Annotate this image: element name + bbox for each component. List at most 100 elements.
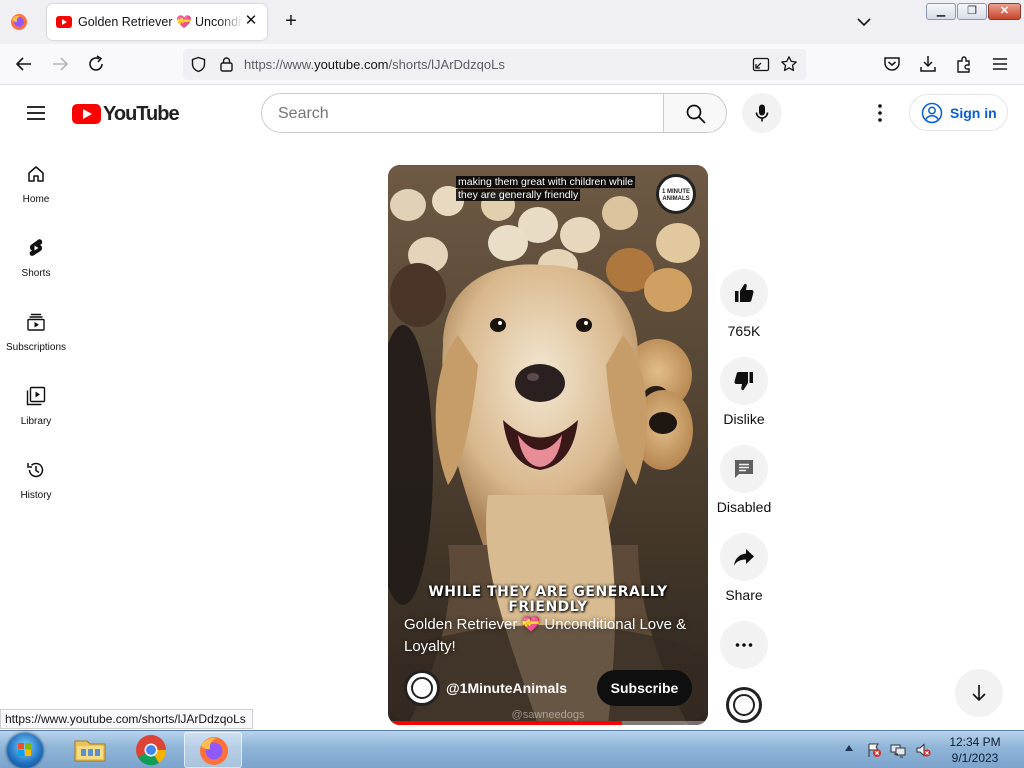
account-icon: [921, 102, 943, 124]
guide-item-label: Subscriptions: [5, 342, 67, 353]
clock-time: 12:34 PM: [949, 735, 1001, 749]
voice-search-button[interactable]: [742, 93, 782, 133]
windows-logo-icon: [18, 743, 32, 757]
guide-item-subscriptions[interactable]: Subscriptions: [0, 312, 72, 372]
new-tab-icon[interactable]: +: [281, 11, 301, 31]
guide-item-label: Home: [22, 194, 50, 205]
active-tab[interactable]: Golden Retriever 💝 Unconditional Love & …: [47, 4, 267, 40]
subscribe-button[interactable]: Subscribe: [597, 670, 692, 706]
clock-date: 9/1/2023: [951, 751, 999, 765]
taskbar-chrome[interactable]: [122, 732, 180, 768]
window-minimize-button[interactable]: ▁: [926, 3, 956, 20]
youtube-masthead: YouTube Sign in: [0, 85, 1024, 141]
bookmark-star-icon[interactable]: [780, 55, 798, 73]
subscriptions-icon: [27, 313, 45, 331]
badge-text: 1 MINUTE ANIMALS: [661, 189, 690, 202]
url-domain: youtube.com: [314, 57, 389, 72]
youtube-play-logo-icon: [72, 104, 101, 124]
action-center-flag-icon[interactable]: [866, 742, 882, 758]
extensions-icon[interactable]: [954, 54, 974, 74]
channel-avatar-ring: [411, 677, 433, 699]
channel-avatar[interactable]: [404, 670, 440, 706]
shorts-icon: [29, 239, 43, 256]
search-button[interactable]: [663, 93, 727, 133]
url-prefix: https://www.: [244, 57, 315, 72]
pocket-icon[interactable]: [882, 54, 902, 74]
video-progress-bar[interactable]: [388, 721, 708, 725]
comment-icon: [735, 460, 753, 478]
app-menu-icon[interactable]: [990, 54, 1010, 74]
browser-tab-bar: Golden Retriever 💝 Unconditional Love & …: [0, 0, 1024, 44]
comments-button[interactable]: [720, 445, 768, 493]
firefox-menu-icon[interactable]: [10, 13, 28, 31]
link-status-bar: https://www.youtube.com/shorts/lJArDdzqo…: [0, 709, 253, 729]
lock-icon[interactable]: [218, 56, 235, 73]
tab-list-chevron-icon[interactable]: [855, 13, 873, 31]
next-short-button[interactable]: [955, 669, 1003, 717]
sound-channel-avatar[interactable]: [726, 687, 762, 723]
url-text[interactable]: https://www.youtube.com/shorts/lJArDdzqo…: [244, 57, 505, 72]
share-icon: [734, 549, 754, 566]
arrow-down-icon: [972, 685, 986, 702]
youtube-logo-text: YouTube: [103, 102, 180, 125]
guide-item-history[interactable]: History: [0, 460, 72, 520]
like-button[interactable]: [720, 269, 768, 317]
short-title[interactable]: Golden Retriever 💝 Unconditional Love & …: [404, 614, 694, 658]
picture-in-picture-icon[interactable]: [752, 56, 770, 73]
microphone-icon: [755, 104, 769, 122]
thumbs-up-icon: [735, 283, 754, 302]
guide-menu-icon[interactable]: [24, 103, 48, 123]
tab-close-icon[interactable]: ✕: [243, 13, 259, 29]
guide-item-label: History: [20, 490, 52, 501]
back-arrow-icon[interactable]: [14, 54, 34, 74]
forward-arrow-icon[interactable]: [50, 54, 70, 74]
reload-icon[interactable]: [86, 54, 106, 74]
youtube-logo[interactable]: YouTube: [72, 102, 180, 125]
firefox-icon: [200, 737, 228, 765]
start-button[interactable]: [7, 733, 43, 768]
dislike-button[interactable]: [720, 357, 768, 405]
video-caption-overlay: making them great with children while th…: [456, 176, 646, 202]
video-watermark-text: @sawneedogs: [511, 709, 585, 721]
guide-item-label: Library: [20, 416, 52, 427]
network-icon[interactable]: [890, 742, 906, 758]
progress-bar-fill: [388, 721, 622, 725]
comments-disabled-label: Disabled: [716, 499, 772, 515]
tracking-shield-icon[interactable]: [190, 56, 207, 73]
share-button[interactable]: [720, 533, 768, 581]
window-close-button[interactable]: ✕: [988, 3, 1021, 20]
window-restore-button[interactable]: ❐: [957, 3, 987, 20]
home-icon: [28, 166, 44, 182]
history-icon: [27, 462, 44, 478]
tab-title: Golden Retriever 💝 Unconditional Love & …: [78, 15, 243, 29]
settings-more-icon[interactable]: [868, 101, 892, 125]
search-icon: [686, 104, 706, 124]
show-hidden-icons-icon[interactable]: [845, 745, 853, 751]
guide-item-library[interactable]: Library: [0, 386, 72, 446]
url-path: /shorts/lJArDdzqoLs: [388, 57, 505, 72]
url-bar[interactable]: https://www.youtube.com/shorts/lJArDdzqo…: [183, 49, 806, 80]
video-subtitle-text: WHILE THEY ARE GENERALLY FRIENDLY: [428, 584, 668, 615]
sign-in-button[interactable]: Sign in: [909, 94, 1008, 131]
browser-nav-bar: https://www.youtube.com/shorts/lJArDdzqo…: [0, 44, 1024, 85]
channel-name-link[interactable]: @1MinuteAnimals: [446, 680, 567, 696]
more-actions-button[interactable]: [720, 621, 768, 669]
channel-watermark-badge: 1 MINUTE ANIMALS: [656, 174, 696, 214]
taskbar-explorer[interactable]: [61, 732, 119, 768]
search-input[interactable]: [278, 103, 648, 125]
search-box: [261, 93, 664, 133]
more-horizontal-icon: [735, 643, 753, 647]
guide-item-shorts[interactable]: Shorts: [0, 238, 72, 298]
system-clock[interactable]: 12:34 PM 9/1/2023: [944, 734, 1006, 766]
taskbar-firefox[interactable]: [184, 732, 242, 768]
downloads-icon[interactable]: [918, 54, 938, 74]
caption-text: making them great with children while th…: [456, 176, 636, 201]
windows-taskbar: 12:34 PM 9/1/2023: [0, 730, 1024, 768]
like-count: 765K: [727, 323, 761, 339]
guide-item-home[interactable]: Home: [0, 164, 72, 224]
volume-muted-icon[interactable]: [915, 742, 931, 758]
guide-item-label: Shorts: [21, 268, 51, 279]
shorts-video-player[interactable]: making them great with children while th…: [388, 165, 708, 725]
share-label: Share: [725, 587, 763, 603]
sound-avatar-ring: [733, 694, 755, 716]
